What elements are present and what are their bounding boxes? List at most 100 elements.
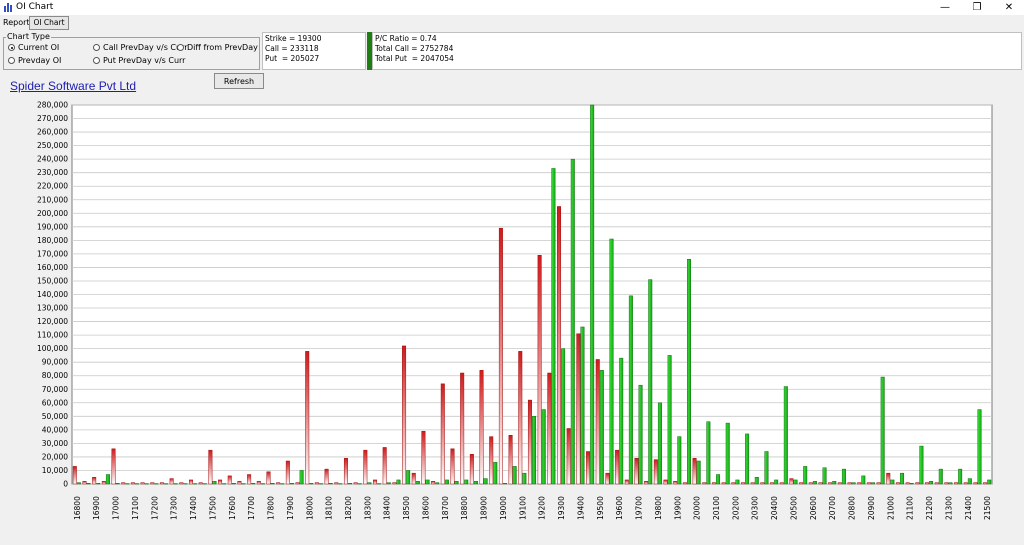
- y-tick-label: 130,000: [37, 304, 68, 313]
- put-bar: [818, 482, 823, 485]
- put-bar: [983, 482, 988, 485]
- minimize-button[interactable]: —: [930, 0, 960, 15]
- radio-call-prevday-vs-curr[interactable]: Call PrevDay v/s Curr: [93, 43, 188, 52]
- radio-label: Current OI: [18, 43, 60, 52]
- put-bar: [382, 447, 387, 485]
- radio-prevday-oi[interactable]: Prevday OI: [8, 56, 61, 65]
- call-bar: [716, 474, 721, 485]
- put-bar: [402, 345, 407, 485]
- x-tick-label: 17800: [267, 496, 276, 520]
- radio-indicator: [8, 57, 15, 64]
- call-bar: [444, 479, 449, 485]
- put-bar: [121, 482, 126, 485]
- put-bar: [799, 482, 804, 485]
- call-bar: [299, 470, 304, 485]
- call-bar: [309, 483, 314, 485]
- y-tick-label: 270,000: [37, 114, 68, 123]
- call-bar: [105, 474, 110, 485]
- call-value: Call = 233118: [265, 44, 319, 53]
- call-bar: [502, 483, 507, 485]
- call-bar: [706, 421, 711, 485]
- call-bar: [183, 483, 188, 485]
- call-bar: [348, 483, 353, 485]
- tab-oi-chart[interactable]: OI Chart: [29, 16, 69, 30]
- call-bar: [967, 478, 972, 485]
- y-tick-label: 90,000: [42, 358, 68, 367]
- radio-indicator: [177, 44, 184, 51]
- x-tick-label: 20600: [809, 496, 818, 520]
- call-bar: [125, 483, 130, 485]
- y-tick-label: 220,000: [37, 182, 68, 191]
- put-bar: [557, 206, 562, 485]
- x-tick-label: 18500: [402, 496, 411, 520]
- call-bar: [435, 482, 440, 485]
- radio-label: Call PrevDay v/s Curr: [103, 43, 188, 52]
- x-tick-label: 18700: [441, 496, 450, 520]
- put-bar: [266, 471, 271, 485]
- radio-put-prevday-vs-curr[interactable]: Put PrevDay v/s Curr: [93, 56, 185, 65]
- radio-current-oi[interactable]: Current OI: [8, 43, 59, 52]
- put-bar: [469, 453, 474, 485]
- tab-report[interactable]: Report: [3, 18, 30, 27]
- put-bar: [373, 479, 378, 485]
- call-bar: [134, 483, 139, 485]
- x-axis-ticks: 16800 16900 17000 17100 17200 17300 17400 17500…: [73, 496, 992, 520]
- x-tick-label: 17000: [112, 496, 121, 520]
- call-bar: [318, 483, 323, 485]
- call-bar: [386, 482, 391, 485]
- y-tick-label: 30,000: [42, 439, 68, 448]
- call-bar: [241, 483, 246, 485]
- y-tick-label: 110,000: [37, 331, 68, 340]
- put-bar: [828, 482, 833, 485]
- call-bar: [822, 467, 827, 485]
- call-bar: [367, 482, 372, 485]
- call-bar: [193, 483, 198, 485]
- put-bar: [334, 482, 339, 485]
- restore-button[interactable]: ❐: [962, 0, 992, 15]
- x-tick-label: 21200: [925, 496, 934, 520]
- radio-diff-from-prevday[interactable]: Diff from PrevDay: [177, 43, 258, 52]
- y-tick-label: 260,000: [37, 128, 68, 137]
- call-bar: [977, 409, 982, 485]
- put-bar: [82, 481, 87, 485]
- put-bar: [702, 482, 707, 485]
- x-tick-label: 21000: [886, 496, 895, 520]
- company-link[interactable]: Spider Software Pvt Ltd: [10, 79, 136, 93]
- call-bar: [619, 357, 624, 485]
- put-bar: [576, 333, 581, 485]
- chart-type-legend: Chart Type: [6, 32, 51, 41]
- strike-info-panel: Strike = 19300 Call = 233118 Put = 20502…: [262, 32, 366, 70]
- call-bar: [415, 481, 420, 485]
- y-tick-label: 240,000: [37, 155, 68, 164]
- x-tick-label: 17200: [150, 496, 159, 520]
- totals-info-panel: P/C Ratio = 0.74 Total Call = 2752784 To…: [372, 32, 1022, 70]
- put-bar: [489, 436, 494, 485]
- call-bar: [425, 479, 430, 485]
- y-tick-label: 60,000: [42, 398, 68, 407]
- chart-app-icon: [4, 3, 13, 12]
- title-bar: OI Chart — ❐ ✕: [0, 0, 1024, 15]
- y-tick-label: 150,000: [37, 276, 68, 285]
- call-bar: [851, 482, 856, 485]
- put-bar: [130, 482, 135, 485]
- call-bar: [464, 479, 469, 485]
- call-bar: [164, 483, 169, 485]
- strike-value: Strike = 19300: [265, 34, 322, 43]
- y-tick-label: 100,000: [37, 344, 68, 353]
- chart-type-group: [3, 37, 260, 70]
- call-bar: [551, 168, 556, 485]
- put-bar: [237, 481, 242, 485]
- call-bar: [677, 436, 682, 485]
- put-bar: [770, 482, 775, 485]
- call-bar: [609, 238, 614, 485]
- put-bar: [392, 482, 397, 485]
- put-bar: [837, 482, 842, 485]
- put-bar: [498, 227, 503, 485]
- put-bar: [566, 428, 571, 485]
- put-bar: [218, 479, 223, 485]
- call-bar: [270, 483, 275, 485]
- refresh-button[interactable]: Refresh: [214, 73, 264, 89]
- call-bar: [793, 479, 798, 485]
- y-tick-label: 230,000: [37, 168, 68, 177]
- close-button[interactable]: ✕: [994, 0, 1024, 15]
